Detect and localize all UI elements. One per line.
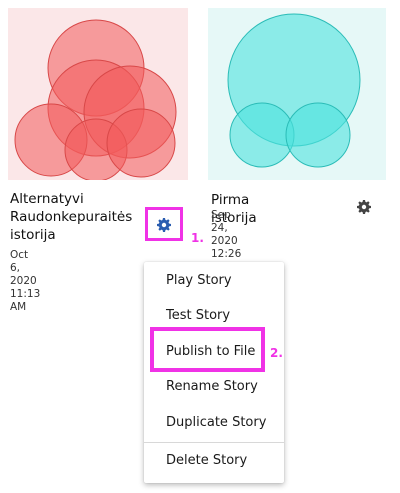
gear-highlight-box: [145, 207, 183, 241]
step-1-label: 1.: [191, 231, 204, 245]
story-map-graphic-2: [227, 13, 361, 168]
story-thumbnail-2[interactable]: [208, 8, 386, 180]
story-context-menu: Play Story Test Story Publish to File Re…: [144, 262, 284, 483]
story-title-line: Raudonkepuraitės: [10, 209, 133, 225]
menu-item-rename-story[interactable]: Rename Story: [166, 379, 258, 394]
story-node: [229, 102, 295, 168]
menu-item-play-story[interactable]: Play Story: [166, 273, 232, 288]
story-date-1: Oct 6, 2020 11:13 AM: [10, 249, 41, 313]
menu-item-duplicate-story[interactable]: Duplicate Story: [166, 415, 266, 430]
step-2-label: 2.: [270, 346, 283, 360]
publish-highlight-box: [150, 327, 265, 372]
menu-item-test-story[interactable]: Test Story: [166, 308, 230, 323]
gear-icon[interactable]: [357, 200, 371, 214]
story-thumbnail-1[interactable]: [8, 8, 188, 180]
story-title-line: istorija: [10, 227, 56, 243]
menu-divider: [144, 442, 284, 443]
story-node: [106, 108, 176, 178]
story-title-1[interactable]: Alternatyvi Raudonkepuraitės istorija: [10, 190, 132, 244]
menu-item-delete-story[interactable]: Delete Story: [166, 453, 247, 468]
story-map-graphic-1: [14, 19, 177, 180]
story-node: [285, 102, 351, 168]
story-title-line: Alternatyvi: [10, 191, 84, 207]
